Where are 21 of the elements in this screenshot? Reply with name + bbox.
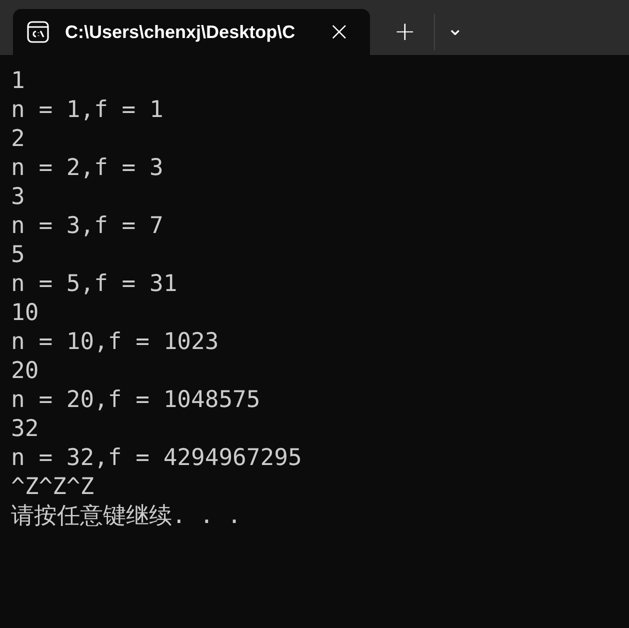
new-tab-button[interactable]: + bbox=[390, 19, 420, 45]
terminal-tab[interactable]: C:\Users\chenxj\Desktop\C × bbox=[13, 9, 370, 55]
dropdown-button[interactable]: ⌄ bbox=[446, 18, 464, 38]
terminal-line: 32 bbox=[11, 415, 39, 444]
terminal-line: 10 bbox=[11, 299, 39, 328]
terminal-line: 3 bbox=[11, 183, 25, 212]
close-tab-button[interactable]: × bbox=[328, 19, 350, 45]
terminal-line: n = 20,f = 1048575 bbox=[11, 386, 260, 415]
terminal-line: 2 bbox=[11, 125, 25, 154]
terminal-icon bbox=[27, 21, 49, 43]
terminal-line: n = 1,f = 1 bbox=[11, 96, 164, 125]
terminal-line: 20 bbox=[11, 357, 39, 386]
terminal-line: ^Z^Z^Z bbox=[11, 473, 94, 502]
terminal-line: 5 bbox=[11, 241, 25, 270]
terminal-line: 请按任意键继续. . . bbox=[11, 502, 242, 531]
terminal-line: 1 bbox=[11, 67, 25, 96]
terminal-line: n = 2,f = 3 bbox=[11, 154, 164, 183]
terminal-line: n = 32,f = 4294967295 bbox=[11, 444, 302, 473]
terminal-line: n = 5,f = 31 bbox=[11, 270, 178, 299]
terminal-line: n = 3,f = 7 bbox=[11, 212, 164, 241]
terminal-line: n = 10,f = 1023 bbox=[11, 328, 219, 357]
